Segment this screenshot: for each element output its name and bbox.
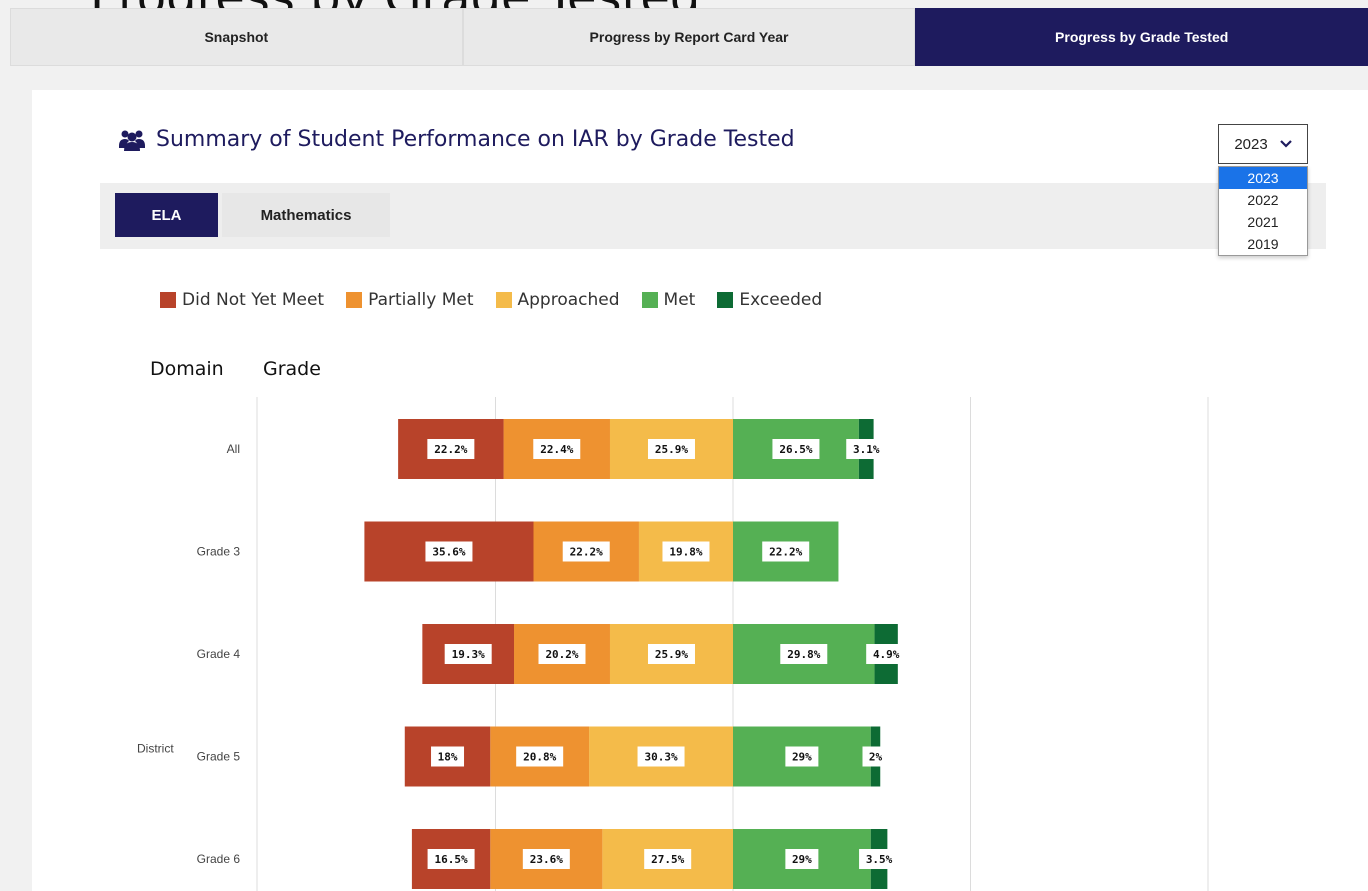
data-label: 20.8% <box>523 751 556 764</box>
year-option[interactable]: 2022 <box>1219 189 1307 211</box>
data-label: 22.2% <box>570 546 603 559</box>
data-label: 4.9% <box>873 648 900 661</box>
row-label: Grade 4 <box>197 647 241 661</box>
data-label: 29% <box>792 853 812 866</box>
year-dropdown-list: 2023 2022 2021 2019 <box>1218 166 1308 256</box>
domain-label: District <box>137 742 174 756</box>
data-label: 22.4% <box>540 443 573 456</box>
data-label: 26.5% <box>779 443 812 456</box>
data-label: 16.5% <box>435 853 468 866</box>
data-label: 22.2% <box>434 443 467 456</box>
data-label: 25.9% <box>655 648 688 661</box>
data-label: 19.3% <box>452 648 485 661</box>
row-label: Grade 3 <box>197 545 241 559</box>
data-label: 3.1% <box>853 443 880 456</box>
data-label: 30.3% <box>644 751 677 764</box>
tab-progress-by-report-card-year[interactable]: Progress by Report Card Year <box>462 8 916 66</box>
year-option[interactable]: 2021 <box>1219 211 1307 233</box>
data-label: 25.9% <box>655 443 688 456</box>
row-label: Grade 6 <box>197 852 241 866</box>
data-label: 27.5% <box>651 853 684 866</box>
data-label: 29.8% <box>787 648 820 661</box>
data-label: 29% <box>792 751 812 764</box>
top-tab-bar: Snapshot Progress by Report Card Year Pr… <box>10 8 1368 66</box>
data-label: 18% <box>438 751 458 764</box>
data-label: 23.6% <box>530 853 563 866</box>
row-label: All <box>227 442 240 456</box>
tab-progress-by-grade-tested[interactable]: Progress by Grade Tested <box>915 8 1368 66</box>
year-option[interactable]: 2019 <box>1219 233 1307 255</box>
year-option[interactable]: 2023 <box>1219 167 1307 189</box>
data-label: 35.6% <box>432 546 465 559</box>
performance-chart: All 25.9% 22.4% 22.2% 26.5% 3.1% Grade 3 19.8% 2… <box>137 397 1209 891</box>
data-label: 3.5% <box>866 853 893 866</box>
row-label: Grade 5 <box>197 750 241 764</box>
data-label: 22.2% <box>769 546 802 559</box>
tab-snapshot[interactable]: Snapshot <box>10 8 463 66</box>
data-label: 19.8% <box>669 546 702 559</box>
data-label: 20.2% <box>545 648 578 661</box>
data-label: 2% <box>869 751 883 764</box>
